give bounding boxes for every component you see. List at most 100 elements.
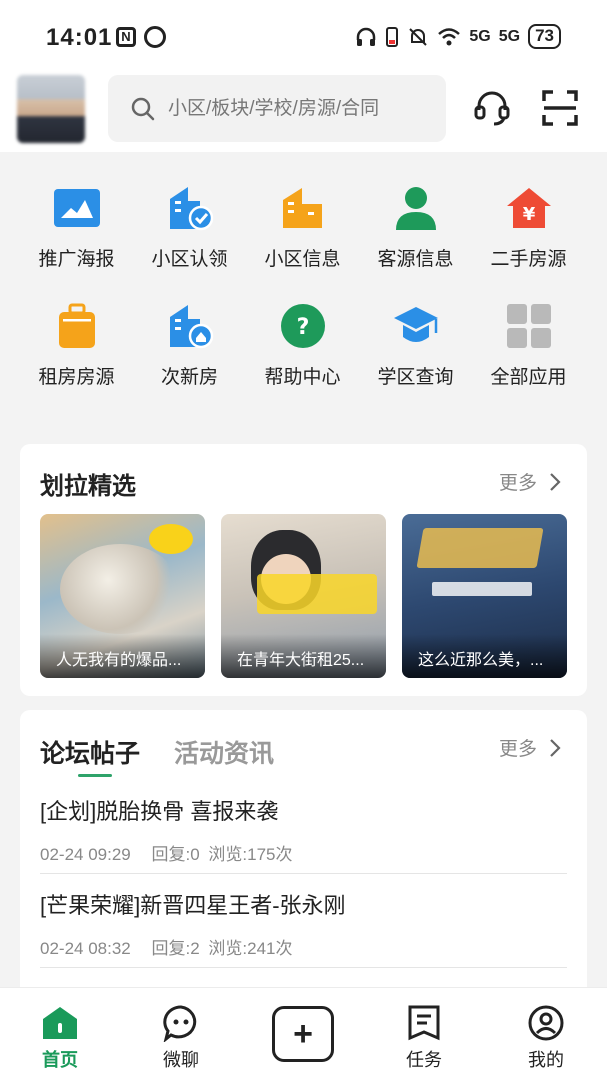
post-meta: 02-24 09:29 回复:0 浏览:175次 bbox=[40, 840, 567, 865]
grid-item-second-hand[interactable]: ¥ 二手房源 bbox=[472, 152, 585, 270]
headline-banner bbox=[257, 574, 377, 614]
signal-2-icon: 5G bbox=[498, 27, 521, 45]
post-replies: 回复:2 bbox=[151, 939, 200, 958]
featured-item[interactable]: 这么近那么美，... bbox=[402, 514, 567, 678]
grid-item-label: 二手房源 bbox=[490, 249, 567, 270]
battery-indicator: 73 bbox=[528, 24, 561, 49]
more-link[interactable]: 更多 bbox=[499, 734, 561, 761]
chevron-right-icon bbox=[550, 472, 561, 491]
house-yen-icon: ¥ bbox=[504, 183, 554, 233]
poster-icon bbox=[52, 183, 102, 233]
customer-service-button[interactable] bbox=[470, 86, 514, 130]
grid-item-all-apps[interactable]: 全部应用 bbox=[472, 270, 585, 388]
suitcase-icon bbox=[52, 301, 102, 351]
post-title: [芒果荣耀]新晋四星王者-张永刚 bbox=[40, 893, 346, 918]
grid-item-rental[interactable]: 租房房源 bbox=[20, 270, 133, 388]
forum-section: 论坛帖子 活动资讯 更多 [企划]脱胎换骨 喜报来袭 02-24 09:29 回… bbox=[20, 710, 587, 1000]
add-button[interactable]: + bbox=[272, 1006, 334, 1062]
grid-item-label: 学区查询 bbox=[377, 367, 454, 388]
search-bar[interactable] bbox=[108, 75, 446, 142]
thumbnail-image bbox=[60, 544, 180, 634]
add-icon: + bbox=[293, 1014, 313, 1053]
nav-label: 我的 bbox=[528, 1050, 564, 1070]
task-icon bbox=[404, 1004, 444, 1042]
forum-tabs: 论坛帖子 活动资讯 bbox=[40, 734, 274, 777]
more-label: 更多 bbox=[498, 473, 537, 494]
featured-item[interactable]: 在青年大街租25... bbox=[221, 514, 386, 678]
alarm-icon bbox=[144, 26, 166, 48]
post-meta: 02-24 08:32 回复:2 浏览:241次 bbox=[40, 934, 567, 959]
grid-item-client-info[interactable]: 客源信息 bbox=[359, 152, 472, 270]
nfc-icon: N bbox=[116, 27, 136, 47]
tab-activity-news[interactable]: 活动资讯 bbox=[174, 734, 274, 770]
scan-button[interactable] bbox=[538, 86, 582, 130]
tab-label: 论坛帖子 bbox=[40, 740, 141, 768]
more-link[interactable]: 更多 bbox=[499, 468, 561, 495]
status-time: 14:01 bbox=[46, 24, 113, 51]
home-icon bbox=[40, 1004, 80, 1042]
section-title: 划拉精选 bbox=[40, 473, 136, 500]
search-input[interactable] bbox=[168, 97, 428, 120]
scan-icon bbox=[542, 90, 578, 126]
forum-post[interactable]: [企划]脱胎换骨 喜报来袭 02-24 09:29 回复:0 浏览:175次 bbox=[40, 794, 567, 874]
post-replies: 回复:0 bbox=[151, 845, 200, 864]
apps-grid-icon bbox=[504, 301, 554, 351]
chat-icon bbox=[161, 1004, 201, 1042]
featured-caption: 在青年大街租25... bbox=[221, 634, 386, 678]
profile-icon bbox=[526, 1004, 566, 1042]
header bbox=[0, 72, 607, 152]
post-time: 02-24 08:32 bbox=[40, 939, 131, 958]
grid-item-label: 推广海报 bbox=[38, 249, 115, 270]
tab-forum-posts[interactable]: 论坛帖子 bbox=[40, 734, 141, 777]
post-views: 浏览:241次 bbox=[208, 939, 293, 958]
building-new-icon bbox=[165, 301, 215, 351]
nav-label: 任务 bbox=[406, 1050, 442, 1070]
featured-section: 划拉精选 更多 人无我有的爆品... 在青年大街租25... 这么近那么美，..… bbox=[20, 444, 587, 696]
nav-task[interactable]: 任务 bbox=[374, 988, 474, 1080]
headphones-icon bbox=[357, 27, 376, 46]
tab-indicator bbox=[78, 774, 112, 777]
more-label: 更多 bbox=[498, 739, 537, 760]
grid-item-community-info[interactable]: 小区信息 bbox=[246, 152, 359, 270]
post-time: 02-24 09:29 bbox=[40, 845, 131, 864]
search-icon bbox=[131, 97, 155, 120]
person-icon bbox=[391, 183, 441, 233]
price-badge bbox=[149, 524, 193, 554]
grid-item-new-housing[interactable]: 次新房 bbox=[133, 270, 246, 388]
post-views: 浏览:175次 bbox=[208, 845, 293, 864]
grid-item-label: 帮助中心 bbox=[264, 367, 341, 388]
svg-text:?: ? bbox=[296, 315, 309, 340]
grid-item-help-center[interactable]: ? 帮助中心 bbox=[246, 270, 359, 388]
phone-battery-icon bbox=[386, 26, 399, 47]
subtitle-bar bbox=[432, 582, 532, 596]
grid-item-label: 小区信息 bbox=[264, 249, 341, 270]
nav-label: 微聊 bbox=[163, 1050, 199, 1070]
building-check-icon bbox=[165, 183, 215, 233]
featured-caption: 人无我有的爆品... bbox=[40, 634, 205, 678]
graduation-cap-icon bbox=[391, 301, 441, 351]
featured-item[interactable]: 人无我有的爆品... bbox=[40, 514, 205, 678]
nav-label: 首页 bbox=[42, 1050, 78, 1070]
featured-caption: 这么近那么美，... bbox=[402, 634, 567, 678]
grid-item-community-claim[interactable]: 小区认领 bbox=[133, 152, 246, 270]
help-icon: ? bbox=[278, 301, 328, 351]
grid-item-label: 小区认领 bbox=[151, 249, 228, 270]
bottom-navigation: 首页 微聊 + 任务 我的 bbox=[0, 987, 607, 1080]
forum-post[interactable]: [芒果荣耀]新晋四星王者-张永刚 02-24 08:32 回复:2 浏览:241… bbox=[40, 888, 567, 968]
grid-item-school-district[interactable]: 学区查询 bbox=[359, 270, 472, 388]
grid-item-label: 全部应用 bbox=[490, 367, 567, 388]
chevron-right-icon bbox=[550, 738, 561, 757]
nav-chat[interactable]: 微聊 bbox=[131, 988, 231, 1080]
headset-icon bbox=[474, 91, 510, 126]
building-icon bbox=[278, 183, 328, 233]
post-title: [企划]脱胎换骨 喜报来袭 bbox=[40, 799, 279, 824]
signal-1-icon: 5G bbox=[469, 27, 491, 45]
status-bar: 14:01 N 5G 5G 73 bbox=[0, 0, 607, 72]
grid-item-label: 次新房 bbox=[160, 367, 218, 388]
avatar[interactable] bbox=[17, 75, 85, 143]
grid-item-label: 客源信息 bbox=[377, 249, 454, 270]
grid-item-poster[interactable]: 推广海报 bbox=[20, 152, 133, 270]
nav-home[interactable]: 首页 bbox=[10, 988, 110, 1080]
nav-profile[interactable]: 我的 bbox=[496, 988, 596, 1080]
mute-icon bbox=[409, 27, 428, 46]
